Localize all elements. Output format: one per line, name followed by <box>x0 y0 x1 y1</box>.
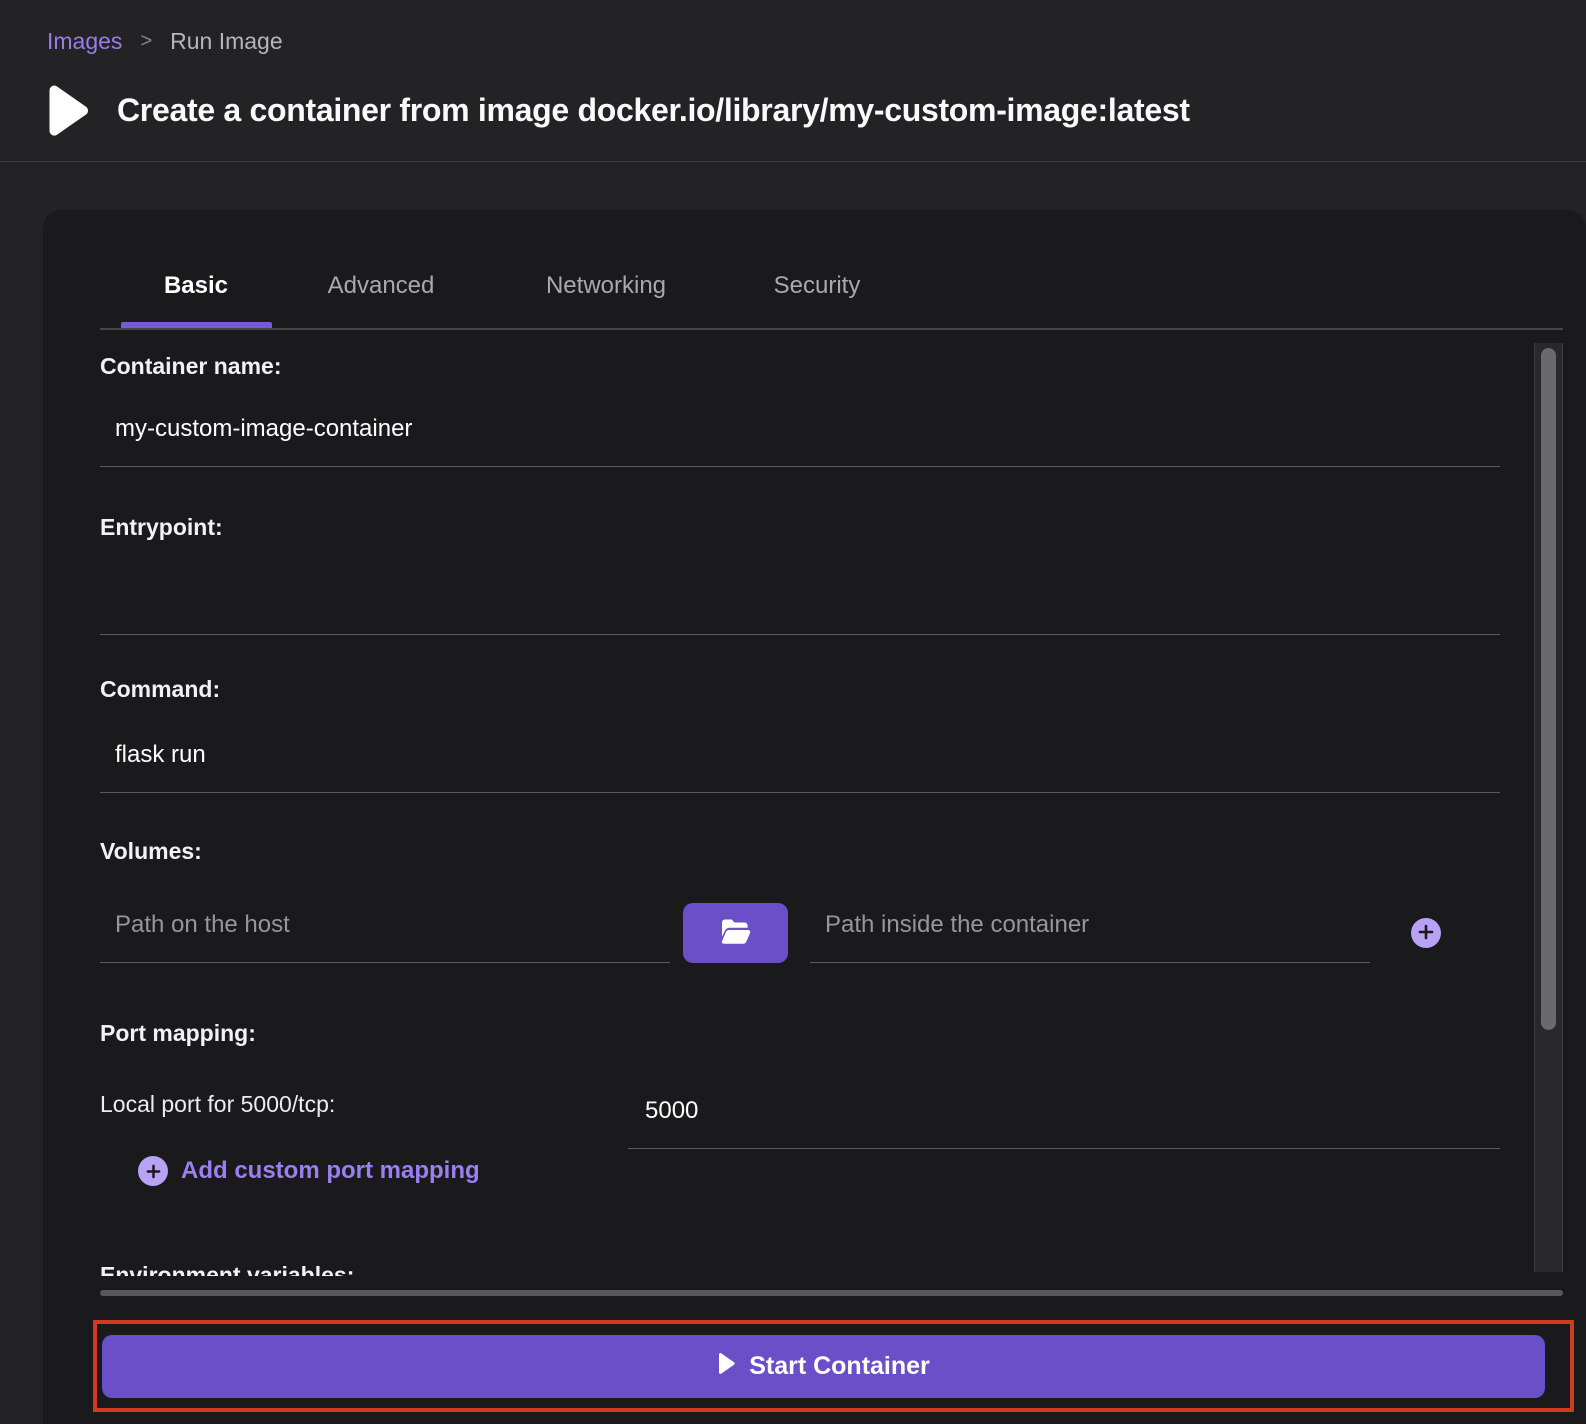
container-name-input[interactable] <box>100 406 1500 467</box>
tab-security[interactable]: Security <box>774 272 861 300</box>
local-port-label: Local port for 5000/tcp: <box>100 1091 335 1118</box>
add-volume-button[interactable] <box>1411 918 1441 948</box>
start-container-button[interactable]: Start Container <box>102 1335 1545 1398</box>
tab-advanced[interactable]: Advanced <box>328 272 435 300</box>
vertical-scrollbar-thumb[interactable] <box>1541 348 1556 1030</box>
browse-host-path-button[interactable] <box>683 903 788 963</box>
volume-container-path-input[interactable] <box>810 902 1370 963</box>
breadcrumb: Images > Run Image <box>47 28 283 55</box>
tab-networking[interactable]: Networking <box>546 272 666 300</box>
add-custom-port-mapping-button[interactable]: Add custom port mapping <box>138 1156 480 1186</box>
page-title: Create a container from image docker.io/… <box>117 92 1190 129</box>
command-input[interactable] <box>100 732 1500 793</box>
tabs-baseline <box>100 328 1563 330</box>
entrypoint-input[interactable] <box>100 574 1500 635</box>
play-icon <box>717 1352 736 1382</box>
header-divider <box>0 161 1586 162</box>
add-custom-port-mapping-label: Add custom port mapping <box>181 1157 480 1185</box>
tab-basic[interactable]: Basic <box>164 272 228 300</box>
volume-host-path-input[interactable] <box>100 902 670 963</box>
horizontal-scrollbar-thumb[interactable] <box>100 1290 1563 1296</box>
volumes-label: Volumes: <box>100 838 202 865</box>
command-label: Command: <box>100 676 220 703</box>
breadcrumb-separator: > <box>140 30 152 53</box>
local-port-input[interactable] <box>628 1088 1500 1149</box>
breadcrumb-current: Run Image <box>170 28 283 55</box>
environment-variables-label-clipped: Environment variables: <box>100 1262 354 1276</box>
play-icon <box>43 84 91 136</box>
plus-icon <box>138 1156 168 1186</box>
folder-open-icon <box>719 918 753 949</box>
start-container-label: Start Container <box>749 1352 930 1381</box>
breadcrumb-link-images[interactable]: Images <box>47 28 122 55</box>
environment-variables-label: Environment variables: <box>100 1262 354 1276</box>
page-header: Create a container from image docker.io/… <box>43 84 1190 136</box>
plus-icon <box>1418 924 1434 943</box>
entrypoint-label: Entrypoint: <box>100 514 223 541</box>
port-mapping-label: Port mapping: <box>100 1020 256 1047</box>
run-image-panel: Basic Advanced Networking Security Conta… <box>43 210 1586 1424</box>
vertical-scrollbar-track[interactable] <box>1534 343 1563 1272</box>
container-name-label: Container name: <box>100 353 281 380</box>
